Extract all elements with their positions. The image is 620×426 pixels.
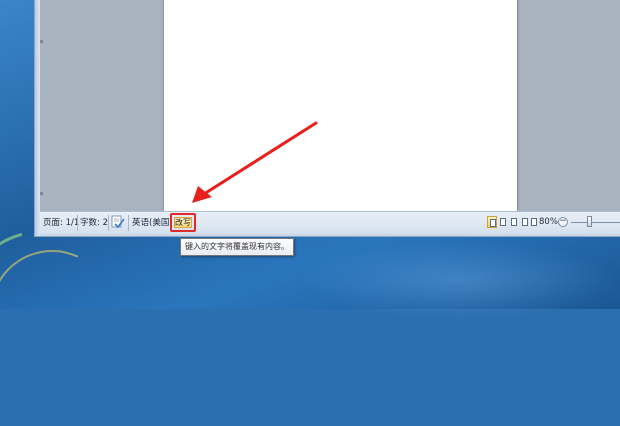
overtype-highlight-box: 改写 [170, 213, 196, 232]
page-number-indicator[interactable]: 页面: 1/1 [43, 217, 79, 229]
print-layout-view-button[interactable] [487, 216, 497, 228]
outline-icon [522, 218, 528, 226]
zoom-slider-track[interactable] [571, 222, 620, 223]
desktop-glow [300, 240, 620, 320]
word-count-indicator[interactable]: 字数: 2 [80, 217, 108, 229]
status-bar: 页面: 1/1 字数: 2 英语(美国) 改写 80% − [40, 211, 620, 234]
print-layout-icon [490, 219, 496, 227]
status-separator [77, 215, 78, 231]
ruler-tick [40, 192, 43, 195]
status-separator [108, 215, 109, 231]
full-screen-reading-view-button[interactable] [498, 216, 508, 228]
overtype-tooltip: 键入的文字将覆盖现有内容。 [180, 238, 294, 256]
status-separator [128, 215, 129, 231]
zoom-slider-thumb[interactable] [587, 216, 592, 227]
proofing-check-icon[interactable] [111, 215, 125, 229]
language-indicator[interactable]: 英语(美国) [132, 217, 173, 229]
overtype-mode-button[interactable]: 改写 [174, 217, 192, 228]
zoom-out-button[interactable]: − [558, 217, 568, 227]
web-layout-view-button[interactable] [509, 216, 519, 228]
zoom-level[interactable]: 80% [539, 217, 558, 227]
document-page[interactable] [164, 0, 517, 211]
document-workspace[interactable] [40, 0, 620, 211]
draft-icon [531, 218, 537, 226]
ruler-tick [40, 40, 43, 43]
draft-view-button[interactable] [529, 216, 539, 228]
web-layout-icon [511, 218, 517, 226]
word-window: 页面: 1/1 字数: 2 英语(美国) 改写 80% − [34, 0, 620, 237]
reading-view-icon [500, 218, 506, 226]
